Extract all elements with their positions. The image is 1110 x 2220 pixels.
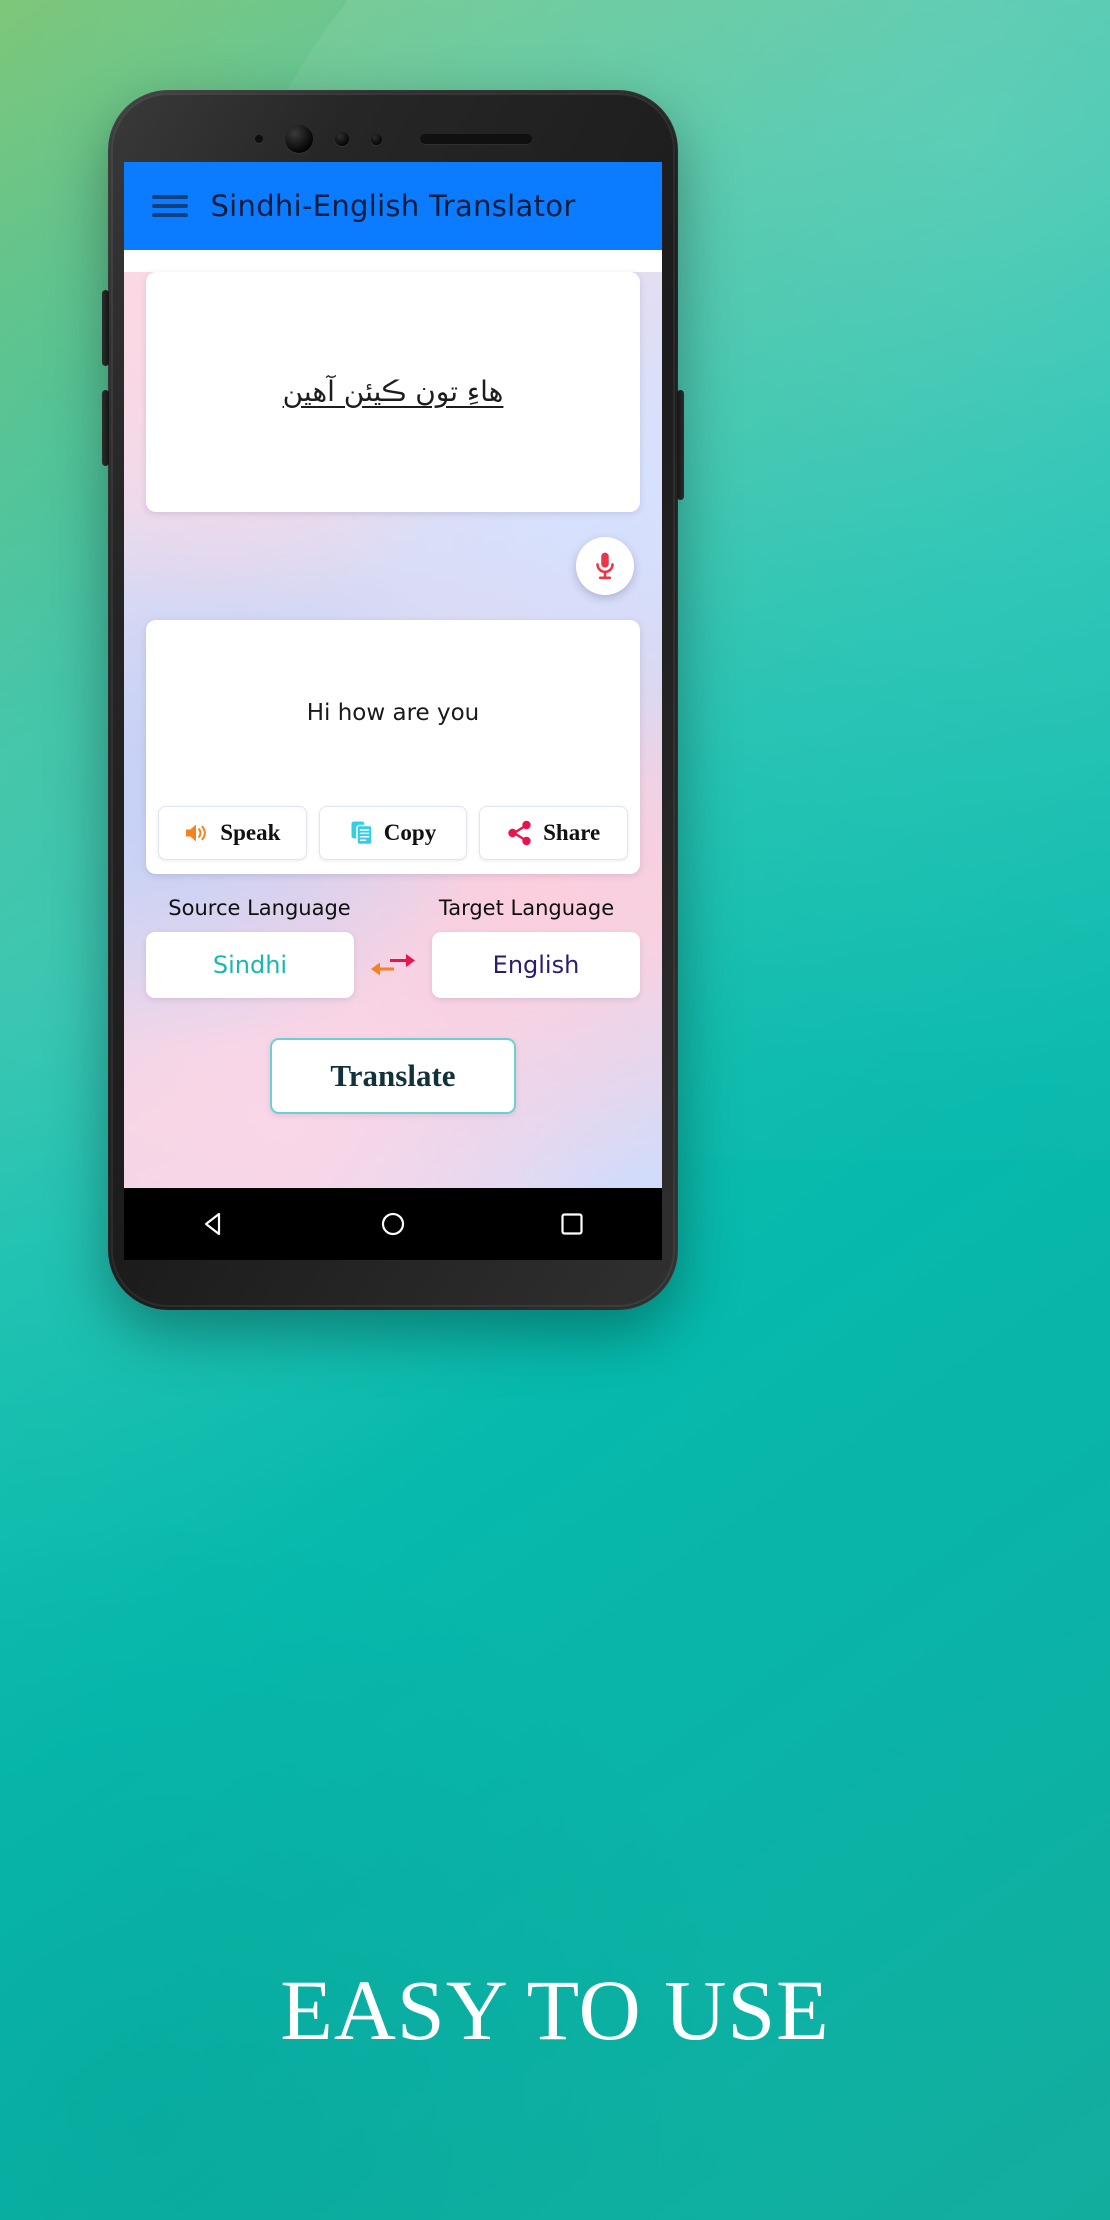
triangle-back-icon[interactable] <box>199 1209 229 1239</box>
menu-bar-3 <box>152 213 188 217</box>
target-language-value: English <box>492 951 580 979</box>
source-text: هاءِ تون ڪيئن آهين <box>282 374 504 408</box>
promo-background: Sindhi-English Translator هاءِ تون ڪيئن … <box>0 0 1110 2220</box>
swap-arrows-icon <box>371 954 415 976</box>
menu-bar-2 <box>152 204 188 208</box>
translate-button-label: Translate <box>330 1058 456 1093</box>
mic-row <box>146 512 640 620</box>
language-headers: Source Language Target Language <box>146 896 640 920</box>
led-indicator-icon <box>254 135 263 143</box>
earpiece-speaker-icon <box>419 134 532 144</box>
phone-volume-up-button <box>102 290 109 366</box>
translate-button[interactable]: Translate <box>270 1038 516 1114</box>
light-sensor-icon <box>370 133 382 145</box>
translated-text: Hi how are you <box>306 700 480 726</box>
app-content: هاءِ تون ڪيئن آهين Hi how are you Speak … <box>124 272 662 1212</box>
share-button-label: Share <box>543 820 601 845</box>
target-language-select[interactable]: English <box>432 932 640 998</box>
phone-top-hardware <box>108 120 678 158</box>
translate-wrap: Translate <box>146 1038 640 1114</box>
target-language-label: Target Language <box>438 896 615 920</box>
proximity-sensor-icon <box>334 132 349 146</box>
source-language-label: Source Language <box>168 896 351 920</box>
speak-button-label: Speak <box>220 820 281 845</box>
share-button[interactable]: Share <box>479 806 629 860</box>
promo-caption: EASY TO USE <box>280 1962 830 2058</box>
language-selector-section: Source Language Target Language Sindhi E… <box>146 896 640 998</box>
result-actions: Speak Copy Share <box>146 806 640 874</box>
microphone-icon <box>596 552 614 580</box>
result-text-wrap: Hi how are you <box>146 620 640 806</box>
copy-button-label: Copy <box>383 820 437 845</box>
phone-volume-down-button <box>102 390 109 466</box>
result-card: Hi how are you Speak Copy Share <box>146 620 640 874</box>
source-language-value: Sindhi <box>212 951 288 979</box>
microphone-button[interactable] <box>576 537 634 595</box>
copy-button[interactable]: Copy <box>318 806 468 860</box>
speak-button[interactable]: Speak <box>158 806 307 860</box>
front-camera-icon <box>284 125 313 153</box>
app-bar: Sindhi-English Translator <box>124 162 662 250</box>
phone-mockup: Sindhi-English Translator هاءِ تون ڪيئن … <box>102 90 684 1310</box>
square-recents-icon[interactable] <box>557 1209 587 1239</box>
source-text-card[interactable]: هاءِ تون ڪيئن آهين <box>146 272 640 512</box>
android-navigation-bar <box>124 1188 662 1260</box>
swap-languages-button[interactable] <box>362 940 424 990</box>
phone-screen: Sindhi-English Translator هاءِ تون ڪيئن … <box>124 162 662 1212</box>
menu-bar-1 <box>152 195 188 199</box>
language-row: Sindhi English <box>146 932 640 998</box>
copy-pages-icon <box>351 821 373 846</box>
speaker-volume-icon <box>186 824 207 842</box>
share-nodes-icon <box>508 820 531 846</box>
phone-power-button <box>677 390 684 500</box>
page-title: Sindhi-English Translator <box>210 189 576 223</box>
circle-home-icon[interactable] <box>378 1209 408 1239</box>
hamburger-menu-icon[interactable] <box>152 191 188 221</box>
source-language-select[interactable]: Sindhi <box>146 932 354 998</box>
background-arc-secondary <box>0 1490 770 2220</box>
